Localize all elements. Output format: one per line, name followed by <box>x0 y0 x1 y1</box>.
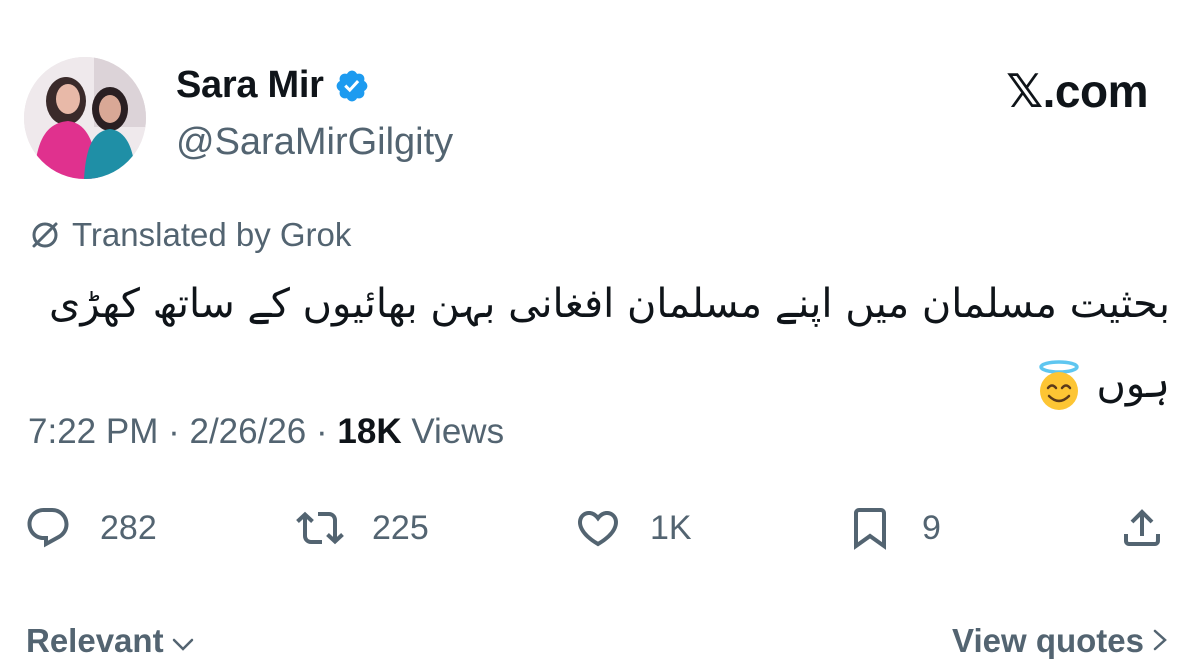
meta-separator: · <box>168 412 180 451</box>
reply-count: 282 <box>100 508 157 547</box>
translation-text: Translated by Grok <box>72 216 352 253</box>
action-bar: 282 225 1K 9 <box>0 500 1200 556</box>
heart-icon <box>577 511 619 547</box>
reply-button[interactable]: 282 <box>24 500 157 556</box>
author-handle[interactable]: @SaraMirGilgity <box>176 121 453 164</box>
bookmark-icon <box>854 508 886 550</box>
author-name-row[interactable]: Sara Mir <box>176 64 370 107</box>
sort-replies-dropdown[interactable]: Relevant <box>26 622 194 659</box>
tweet-time[interactable]: 7:22 PM <box>28 412 158 451</box>
author-display-name[interactable]: Sara Mir <box>176 64 324 107</box>
smiling-face-with-halo-icon <box>1034 359 1084 413</box>
translate-slash-icon <box>28 218 62 252</box>
retweet-count: 225 <box>372 508 429 547</box>
retweet-button[interactable]: 225 <box>296 500 429 556</box>
retweet-icon <box>296 511 344 545</box>
tweet-card: Sara Mir @SaraMirGilgity 𝕏.com Translate… <box>0 0 1200 659</box>
like-count: 1K <box>650 508 692 547</box>
avatar[interactable] <box>24 57 146 179</box>
views-count: 18K <box>337 412 402 451</box>
views-label: Views <box>411 412 505 451</box>
x-brand-logo: 𝕏.com <box>1006 65 1148 117</box>
sort-label: Relevant <box>26 622 164 659</box>
view-quotes-link[interactable]: View quotes <box>952 622 1168 659</box>
tweet-body: بحثیت مسلمان میں اپنے مسلمان افغانی بہن … <box>49 281 1170 407</box>
share-button[interactable] <box>1118 500 1166 556</box>
tweet-text: بحثیت مسلمان میں اپنے مسلمان افغانی بہن … <box>30 264 1170 424</box>
translation-label[interactable]: Translated by Grok <box>28 216 351 254</box>
share-icon <box>1124 509 1160 546</box>
view-quotes-label: View quotes <box>952 622 1144 659</box>
chevron-down-icon <box>172 622 194 659</box>
tweet-date[interactable]: 2/26/26 <box>189 412 306 451</box>
tweet-meta: 7:22 PM · 2/26/26 · 18K Views <box>28 412 504 452</box>
verified-badge-icon <box>334 68 370 104</box>
bookmark-button[interactable]: 9 <box>846 500 941 556</box>
avatar-photo <box>24 57 146 179</box>
like-button[interactable]: 1K <box>574 500 692 556</box>
reply-icon <box>27 508 69 548</box>
bookmark-count: 9 <box>922 508 941 547</box>
chevron-right-icon <box>1152 622 1168 659</box>
meta-separator: · <box>316 412 328 451</box>
